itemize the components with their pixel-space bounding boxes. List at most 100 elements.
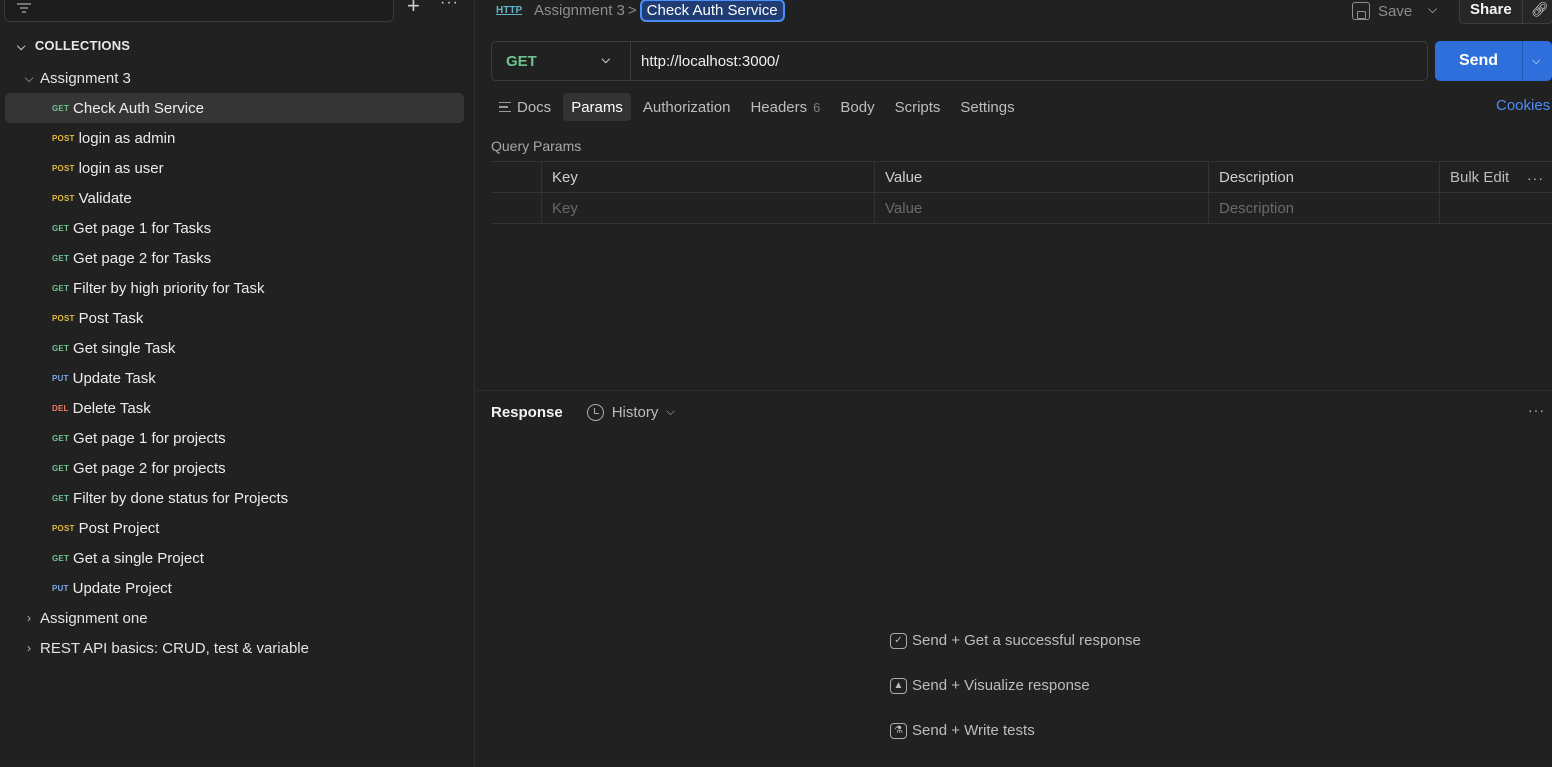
- save-button[interactable]: Save: [1352, 0, 1412, 24]
- hint-write-tests[interactable]: ⚗ Send + Write tests: [890, 722, 1035, 739]
- app-window: + ··· ⌵ COLLECTIONS ⌵ Assignment 3 GET Chec…: [0, 0, 1552, 767]
- collection-folder[interactable]: › Assignment one: [0, 603, 475, 633]
- hint-label: Send + Write tests: [912, 722, 1035, 739]
- tab-label: Scripts: [894, 98, 941, 116]
- tab-authorization[interactable]: Authorization: [635, 93, 739, 121]
- request-item[interactable]: GET Filter by high priority for Task: [0, 273, 475, 303]
- row-checkbox[interactable]: [491, 193, 541, 224]
- tab-label: Body: [840, 98, 875, 116]
- http-icon: HTTP: [496, 4, 523, 16]
- cookies-link[interactable]: Cookies: [1496, 97, 1550, 114]
- send-button[interactable]: Send ⌵: [1435, 41, 1552, 81]
- save-options-chevron-icon[interactable]: ⌵: [1428, 2, 1437, 17]
- response-title: Response: [491, 403, 563, 421]
- url-input[interactable]: http://localhost:3000/: [631, 53, 779, 70]
- method-badge: PUT: [52, 373, 69, 383]
- filter-icon: [17, 3, 31, 13]
- request-item[interactable]: POST Validate: [0, 183, 475, 213]
- query-params-title: Query Params: [491, 138, 582, 154]
- send-options-chevron-icon[interactable]: ⌵: [1523, 55, 1540, 68]
- method-select[interactable]: GET ⌵: [492, 42, 631, 80]
- chevron-down-icon[interactable]: ⌵: [22, 71, 36, 86]
- share-button[interactable]: Share 🔗︎: [1459, 0, 1552, 24]
- method-badge: POST: [52, 313, 75, 323]
- request-name: login as user: [78, 159, 164, 177]
- add-icon[interactable]: +: [407, 0, 420, 17]
- request-item[interactable]: GET Get page 2 for Tasks: [0, 243, 475, 273]
- method-value: GET: [506, 52, 537, 70]
- hint-successful-response[interactable]: ✓ Send + Get a successful response: [890, 632, 1141, 649]
- tab-label: Params: [571, 98, 623, 116]
- collection-name: REST API basics: CRUD, test & variable: [40, 639, 309, 657]
- method-badge: GET: [52, 553, 70, 563]
- chevron-right-icon[interactable]: ›: [22, 641, 36, 655]
- request-item[interactable]: GET Check Auth Service: [0, 93, 475, 123]
- collections-header[interactable]: ⌵ COLLECTIONS: [17, 38, 130, 54]
- filter-input[interactable]: [4, 0, 394, 22]
- breadcrumb-parent[interactable]: Assignment 3: [534, 2, 625, 19]
- request-item[interactable]: DEL Delete Task: [0, 393, 475, 423]
- request-item[interactable]: POST Post Task: [0, 303, 475, 333]
- request-name: Delete Task: [72, 399, 151, 417]
- request-item[interactable]: GET Get page 1 for projects: [0, 423, 475, 453]
- collections-title: COLLECTIONS: [34, 38, 131, 53]
- request-item[interactable]: PUT Update Task: [0, 363, 475, 393]
- save-icon: [1352, 2, 1370, 20]
- method-badge: PUT: [52, 583, 69, 593]
- history-label: History: [611, 403, 659, 421]
- tab-body[interactable]: Body: [832, 93, 882, 121]
- table-row: Key Value Description: [491, 193, 1552, 224]
- bulk-edit-cell: Bulk Edit ···: [1439, 162, 1552, 193]
- request-name: Filter by done status for Projects: [73, 489, 289, 507]
- tab-docs[interactable]: Docs: [491, 93, 559, 121]
- request-name-field[interactable]: Check Auth Service: [639, 0, 785, 22]
- more-options-icon[interactable]: ···: [1527, 170, 1544, 186]
- chevron-right-icon[interactable]: ›: [22, 611, 36, 625]
- request-item[interactable]: POST login as admin: [0, 123, 475, 153]
- key-input[interactable]: Key: [541, 193, 874, 224]
- collection-folder[interactable]: ⌵ Assignment 3: [0, 63, 475, 93]
- panel-divider[interactable]: [476, 390, 1552, 391]
- method-badge: POST: [52, 523, 75, 533]
- tab-label: Docs: [517, 98, 552, 116]
- hint-visualize-response[interactable]: ▲ Send + Visualize response: [890, 677, 1090, 694]
- breadcrumb-separator: >: [627, 1, 637, 19]
- checkbox-column: [491, 162, 541, 193]
- more-options-icon[interactable]: ···: [440, 0, 459, 12]
- description-input[interactable]: Description: [1208, 193, 1439, 224]
- request-name: Get single Task: [73, 339, 176, 357]
- request-name: login as admin: [78, 129, 176, 147]
- hint-label: Send + Get a successful response: [912, 632, 1141, 649]
- request-item[interactable]: GET Get a single Project: [0, 543, 475, 573]
- url-bar: GET ⌵ http://localhost:3000/: [491, 41, 1428, 81]
- request-item[interactable]: GET Get page 1 for Tasks: [0, 213, 475, 243]
- history-icon: [586, 403, 604, 421]
- request-name: Post Task: [78, 309, 144, 327]
- request-name: Post Project: [78, 519, 160, 537]
- link-icon[interactable]: 🔗︎: [1523, 1, 1549, 18]
- history-dropdown[interactable]: History ⌵: [586, 403, 675, 421]
- request-item[interactable]: POST login as user: [0, 153, 475, 183]
- query-params-table: Key Value Description Bulk Edit ··· Key …: [491, 161, 1552, 224]
- collection-name: Assignment 3: [40, 69, 131, 87]
- request-item[interactable]: POST Post Project: [0, 513, 475, 543]
- tab-params[interactable]: Params: [563, 93, 631, 121]
- tab-headers[interactable]: Headers 6: [742, 93, 828, 121]
- more-options-icon[interactable]: ···: [1528, 402, 1545, 418]
- tab-scripts[interactable]: Scripts: [887, 93, 949, 121]
- method-badge: GET: [52, 343, 70, 353]
- sidebar-toolbar: + ···: [0, 0, 475, 22]
- request-item[interactable]: GET Filter by done status for Projects: [0, 483, 475, 513]
- collection-folder[interactable]: › REST API basics: CRUD, test & variable: [0, 633, 475, 663]
- value-input[interactable]: Value: [874, 193, 1208, 224]
- request-item[interactable]: GET Get single Task: [0, 333, 475, 363]
- bulk-edit-button[interactable]: Bulk Edit: [1450, 169, 1509, 186]
- tab-settings[interactable]: Settings: [952, 93, 1022, 121]
- tab-label: Settings: [960, 98, 1015, 116]
- tab-label: Authorization: [642, 98, 731, 116]
- empty-cell: [1439, 193, 1552, 224]
- request-item[interactable]: GET Get page 2 for projects: [0, 453, 475, 483]
- request-item[interactable]: PUT Update Project: [0, 573, 475, 603]
- response-header: Response History ⌵: [491, 401, 675, 423]
- method-badge: DEL: [52, 403, 69, 413]
